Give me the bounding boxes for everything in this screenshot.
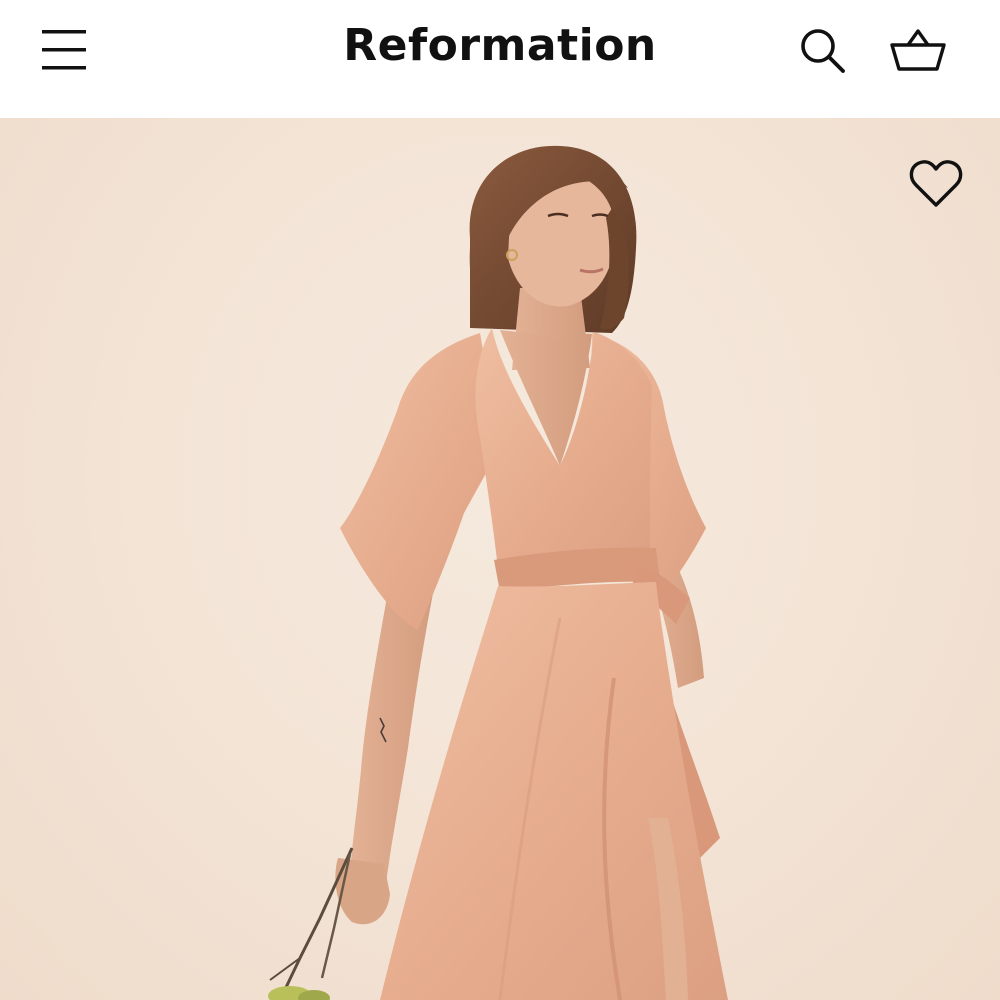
cart-button[interactable] <box>888 24 948 76</box>
top-nav-bar: Reformation <box>0 0 1000 118</box>
product-page: Reformation <box>0 0 1000 1000</box>
search-icon <box>801 29 845 73</box>
search-button[interactable] <box>796 24 848 76</box>
product-image[interactable] <box>0 118 1000 1000</box>
wishlist-button[interactable] <box>906 156 966 212</box>
hamburger-menu-icon <box>42 30 86 70</box>
menu-button[interactable] <box>38 24 90 76</box>
model-photo <box>268 145 728 1000</box>
header-actions <box>796 24 948 76</box>
shopping-basket-icon <box>890 29 946 71</box>
heart-outline-icon <box>909 160 963 207</box>
